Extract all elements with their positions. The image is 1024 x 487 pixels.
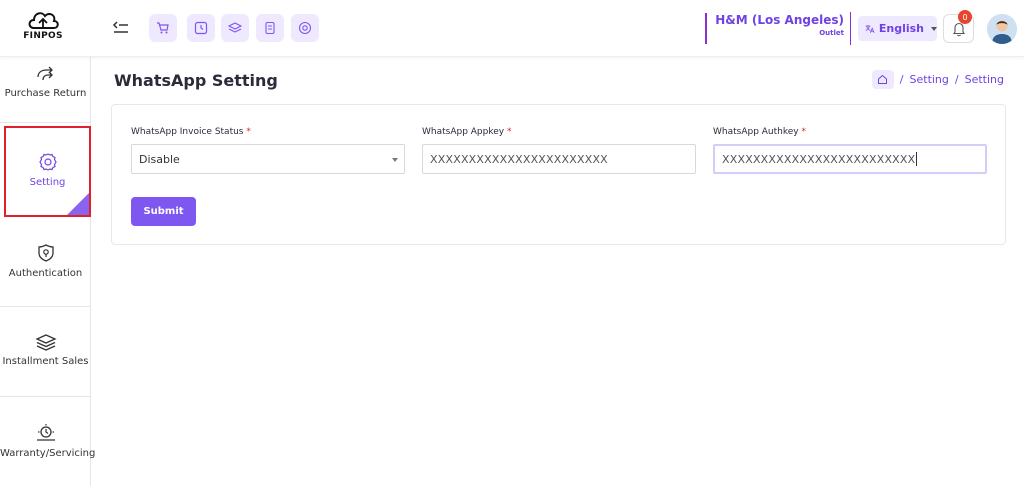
page-title: WhatsApp Setting [114,71,278,90]
translate-icon [865,24,875,33]
required-marker: * [246,127,251,137]
submit-button[interactable]: Submit [131,197,196,226]
sidebar-item-label: Setting [29,177,66,188]
breadcrumb-separator: / [954,73,959,86]
appkey-value: XXXXXXXXXXXXXXXXXXXXXXX [430,152,608,166]
sidebar-item-installment-sales[interactable]: Installment Sales [0,307,91,397]
appkey-field: WhatsApp Appkey * XXXXXXXXXXXXXXXXXXXXXX… [422,127,696,174]
breadcrumb-item: Setting [964,73,1004,86]
logo-text: FINPOS [23,31,63,41]
sidebar-item-label: Installment Sales [2,356,89,367]
finpos-logo[interactable]: FINPOS [20,8,66,48]
breadcrumb-item[interactable]: Setting [910,73,949,86]
text-cursor [916,152,918,166]
layers-icon [34,334,57,351]
sidebar-item-label: Purchase Return [4,88,87,99]
breadcrumb-separator: / [899,73,904,86]
clock-icon [194,21,208,35]
breadcrumb-home[interactable] [871,70,894,89]
authkey-field: WhatsApp Authkey * XXXXXXXXXXXXXXXXXXXXX… [713,127,987,174]
cloud-logo-icon [28,12,59,29]
top-bar: FINPOS H&M (Los Angeles) Outlet English … [0,0,1024,57]
cart-icon [157,22,169,34]
layers-icon [228,22,242,33]
whatsapp-settings-card: WhatsApp Invoice Status * Disable WhatsA… [111,104,1006,245]
sidebar: Purchase Return Setting Authentication I… [0,55,96,487]
quick-receipt-button[interactable] [256,14,284,42]
language-selector[interactable]: English [858,16,937,41]
invoice-status-select[interactable]: Disable [131,144,405,174]
authkey-value: XXXXXXXXXXXXXXXXXXXXXXXXX [722,152,916,166]
return-arrow-icon [36,66,53,81]
header-divider [850,12,851,45]
sidebar-item-setting[interactable]: Setting [4,126,91,217]
outlet-name: H&M (Los Angeles) [715,13,844,27]
quick-cart-button[interactable] [149,14,177,42]
invoice-status-field: WhatsApp Invoice Status * Disable [131,127,405,174]
home-icon [878,74,888,84]
target-icon [298,21,312,35]
avatar-icon [987,14,1017,44]
required-marker: * [507,127,512,137]
sidebar-item-purchase-return[interactable]: Purchase Return [0,55,91,123]
receipt-icon [265,21,275,35]
quick-layers-button[interactable] [221,14,249,42]
sidebar-item-authentication[interactable]: Authentication [0,217,91,307]
sidebar-item-label: Warranty/Servicing [0,448,96,459]
outlet-selector[interactable]: H&M (Los Angeles) Outlet [705,13,844,44]
sidebar-item-label: Authentication [8,268,83,279]
chevron-down-icon [392,158,398,162]
required-marker: * [801,127,807,137]
chevron-down-icon [931,26,937,31]
warranty-icon [36,424,55,441]
user-avatar[interactable] [987,14,1017,44]
sidebar-item-warranty-servicing[interactable]: Warranty/Servicing [0,397,96,487]
authkey-input[interactable]: XXXXXXXXXXXXXXXXXXXXXXXXX [713,144,987,174]
breadcrumb: / Setting / Setting [871,70,1004,89]
quick-clock-button[interactable] [187,14,215,42]
language-label: English [878,22,924,35]
authkey-label: WhatsApp Authkey * [713,127,807,137]
main-content: WhatsApp Setting / Setting / Setting Wha… [92,57,1024,486]
menu-collapse-icon [112,21,128,33]
gear-icon [38,153,57,171]
notification-badge: 0 [958,10,972,24]
invoice-status-label: WhatsApp Invoice Status * [131,127,251,137]
menu-toggle-button[interactable] [112,20,130,36]
invoice-status-value: Disable [139,152,180,166]
shield-icon [37,244,54,262]
quick-target-button[interactable] [291,14,319,42]
appkey-input[interactable]: XXXXXXXXXXXXXXXXXXXXXXX [422,144,696,174]
active-indicator [67,193,89,215]
appkey-label: WhatsApp Appkey * [422,127,512,137]
outlet-type: Outlet [819,29,844,37]
